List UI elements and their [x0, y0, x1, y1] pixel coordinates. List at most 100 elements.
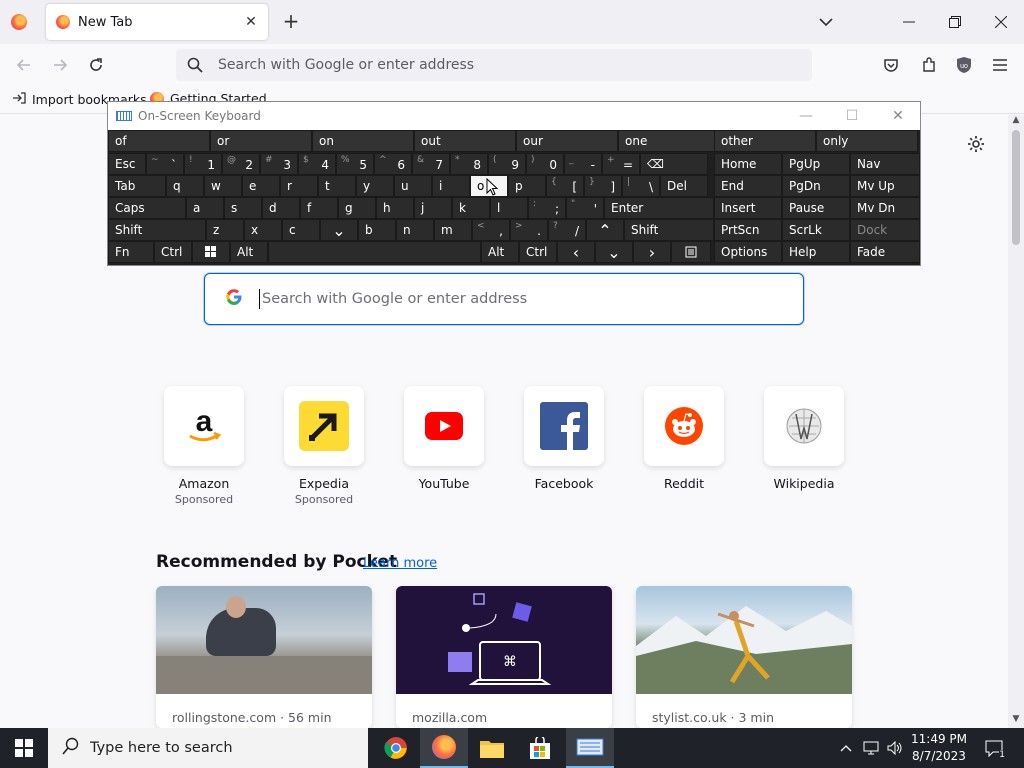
arrow-left-key[interactable]: ‹	[557, 241, 595, 263]
osk-minimize-icon[interactable]: —	[798, 108, 814, 124]
prediction-our[interactable]: our	[516, 130, 618, 152]
chrome-taskbar-icon[interactable]	[372, 728, 420, 768]
key-Alt[interactable]: Alt	[230, 241, 268, 263]
key-j[interactable]: j	[414, 197, 452, 219]
key-Tab[interactable]: Tab	[108, 175, 166, 197]
key-d[interactable]: d	[262, 197, 300, 219]
arrow-up-key[interactable]: ⌃	[586, 219, 624, 241]
address-bar[interactable]: Search with Google or enter address	[176, 49, 812, 81]
key-Alt[interactable]: Alt	[481, 241, 519, 263]
tab-new-tab[interactable]: New Tab ✕	[46, 4, 268, 40]
pocket-card-1[interactable]: rollingstone.com · 56 min	[156, 586, 372, 728]
key--[interactable]: _ -	[564, 153, 602, 175]
key-w[interactable]: w	[204, 175, 242, 197]
menu-key[interactable]	[671, 241, 711, 263]
on-screen-keyboard-window[interactable]: On-Screen Keyboard — ☐ ✕ of or on out our one…	[107, 101, 921, 266]
pocket-card-2[interactable]: ⌘ mozilla.com	[396, 586, 612, 728]
restore-icon[interactable]	[932, 0, 978, 44]
prediction-one[interactable]: one	[618, 130, 720, 152]
show-hidden-icons-icon[interactable]	[836, 728, 856, 768]
key-q[interactable]: q	[166, 175, 204, 197]
key-2[interactable]: @2	[222, 153, 260, 175]
scrollbar-thumb[interactable]	[1012, 130, 1020, 245]
key-r[interactable]: r	[280, 175, 318, 197]
key-`[interactable]: ~ `	[146, 153, 184, 175]
key-help[interactable]: Help	[782, 241, 850, 263]
key-8[interactable]: * 8	[450, 153, 488, 175]
network-icon[interactable]	[860, 728, 882, 768]
key-a[interactable]: a	[186, 197, 224, 219]
close-window-icon[interactable]	[978, 0, 1024, 44]
key-⌫[interactable]: ⌫	[640, 153, 708, 175]
windows-key[interactable]	[192, 241, 230, 263]
key-end[interactable]: End	[714, 175, 782, 197]
prediction-only[interactable]: only	[816, 130, 918, 152]
key-Fn[interactable]: Fn	[108, 241, 154, 263]
key-u[interactable]: u	[394, 175, 432, 197]
newtab-search-input[interactable]: Search with Google or enter address	[204, 273, 804, 325]
key-4[interactable]: $4	[298, 153, 336, 175]
key-l[interactable]: l	[490, 197, 528, 219]
pocket-icon[interactable]	[880, 54, 902, 76]
key-pgup[interactable]: PgUp	[782, 153, 850, 175]
prediction-of[interactable]: of	[108, 130, 210, 152]
key-p[interactable]: p	[508, 175, 546, 197]
key-0[interactable]: ) 0	[526, 153, 564, 175]
key-insert[interactable]: Insert	[714, 197, 782, 219]
key-.[interactable]: >.	[510, 219, 548, 241]
key-k[interactable]: k	[452, 197, 490, 219]
key-c[interactable]: c	[282, 219, 320, 241]
ublock-shield-icon[interactable]: uo	[953, 54, 975, 76]
key-b[interactable]: b	[358, 219, 396, 241]
key-s[interactable]: s	[224, 197, 262, 219]
system-clock[interactable]: 11:49 PM 8/7/2023	[900, 731, 978, 765]
key-Del[interactable]: Del	[660, 175, 708, 197]
firefox-menu-icon[interactable]	[11, 14, 27, 30]
shortcut-wikipedia[interactable]: Wikipedia	[764, 386, 844, 491]
page-scrollbar[interactable]: ▲ ▼	[1008, 115, 1024, 728]
key-scrlk[interactable]: ScrLk	[782, 219, 850, 241]
key-i[interactable]: i	[432, 175, 470, 197]
notifications-icon[interactable]: 1	[980, 728, 1008, 768]
key-fade[interactable]: Fade	[850, 241, 920, 263]
key-Esc[interactable]: Esc	[108, 153, 146, 175]
back-icon[interactable]	[12, 54, 36, 76]
osk-taskbar-icon[interactable]	[566, 728, 614, 768]
key-1[interactable]: ! 1	[184, 153, 222, 175]
key-pause[interactable]: Pause	[782, 197, 850, 219]
arrow-right-key[interactable]: ›	[633, 241, 671, 263]
scroll-up-icon[interactable]: ▲	[1008, 115, 1024, 129]
key-9[interactable]: (9	[488, 153, 526, 175]
key-Shift[interactable]: Shift	[624, 219, 714, 241]
osk-close-icon[interactable]: ✕	[890, 108, 906, 124]
pocket-card-3[interactable]: stylist.co.uk · 3 min	[636, 586, 852, 728]
list-all-tabs-icon[interactable]	[816, 12, 836, 32]
key-/[interactable]: ? /	[548, 219, 586, 241]
extensions-icon[interactable]	[918, 54, 940, 76]
key-[[interactable]: {[	[546, 175, 584, 197]
key-=[interactable]: + =	[602, 153, 640, 175]
osk-title-bar[interactable]: On-Screen Keyboard — ☐ ✕	[108, 102, 920, 130]
key-'[interactable]: " '	[566, 197, 604, 219]
scroll-down-icon[interactable]: ▼	[1008, 714, 1024, 728]
key-z[interactable]: z	[206, 219, 244, 241]
prediction-on[interactable]: on	[312, 130, 414, 152]
key-options[interactable]: Options	[714, 241, 782, 263]
key-6[interactable]: ^ 6	[374, 153, 412, 175]
key-mv-dn[interactable]: Mv Dn	[850, 197, 920, 219]
key-Enter[interactable]: Enter	[604, 197, 714, 219]
key-Caps[interactable]: Caps	[108, 197, 186, 219]
shortcut-expedia[interactable]: Expedia Sponsored	[284, 386, 364, 506]
microsoft-store-taskbar-icon[interactable]	[516, 728, 564, 768]
key-t[interactable]: t	[318, 175, 356, 197]
arrow-down-key[interactable]: ⌄	[595, 241, 633, 263]
key-h[interactable]: h	[376, 197, 414, 219]
key-g[interactable]: g	[338, 197, 376, 219]
key-3[interactable]: #3	[260, 153, 298, 175]
firefox-taskbar-icon[interactable]	[420, 728, 468, 768]
key-Ctrl[interactable]: Ctrl	[154, 241, 192, 263]
shortcut-youtube[interactable]: YouTube	[404, 386, 484, 491]
minimize-icon[interactable]	[886, 0, 932, 44]
shortcut-reddit[interactable]: Reddit	[644, 386, 724, 491]
hamburger-menu-icon[interactable]	[989, 54, 1011, 76]
